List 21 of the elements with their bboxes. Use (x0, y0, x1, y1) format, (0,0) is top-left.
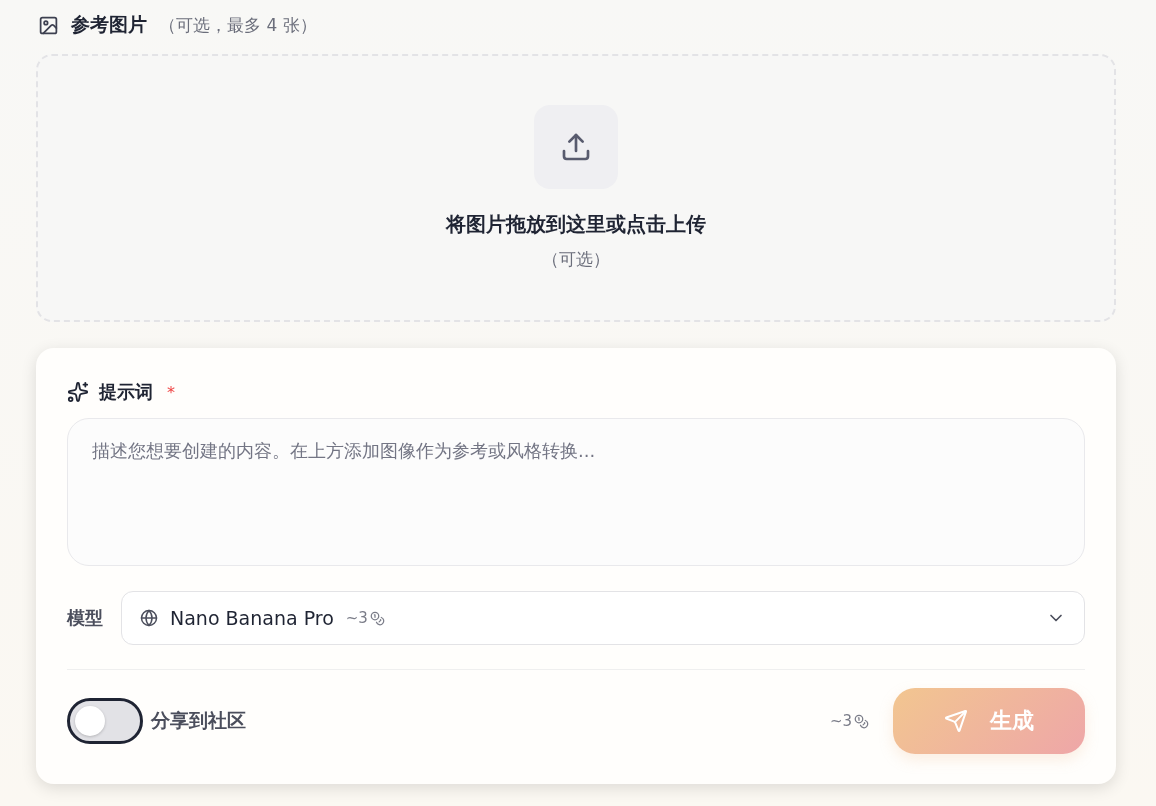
image-icon (38, 14, 59, 36)
dropzone-title: 将图片拖放到这里或点击上传 (446, 211, 706, 238)
globe-icon (140, 609, 158, 627)
upload-icon (534, 105, 618, 189)
required-mark: * (167, 382, 175, 402)
model-select[interactable]: Nano Banana Pro ~3 (121, 591, 1085, 645)
share-label: 分享到社区 (151, 708, 247, 733)
prompt-field[interactable]: 描述您想要创建的内容。在上方添加图像作为参考或风格转换... (67, 418, 1085, 566)
sparkle-icon (67, 381, 89, 403)
prompt-label: 提示词 (99, 380, 153, 404)
coins-icon (369, 610, 385, 626)
section-title: 参考图片 (71, 12, 147, 37)
model-cost: ~3 (345, 609, 385, 627)
model-label: 模型 (67, 606, 103, 630)
generate-cost: ~3 (829, 712, 869, 730)
dropzone-subtitle: （可选） (542, 248, 610, 271)
coins-icon (854, 713, 869, 729)
upload-dropzone[interactable]: 将图片拖放到这里或点击上传 （可选） (36, 54, 1116, 322)
send-icon (944, 709, 968, 733)
section-hint: （可选，最多 4 张） (159, 13, 317, 37)
share-toggle[interactable] (67, 698, 143, 744)
